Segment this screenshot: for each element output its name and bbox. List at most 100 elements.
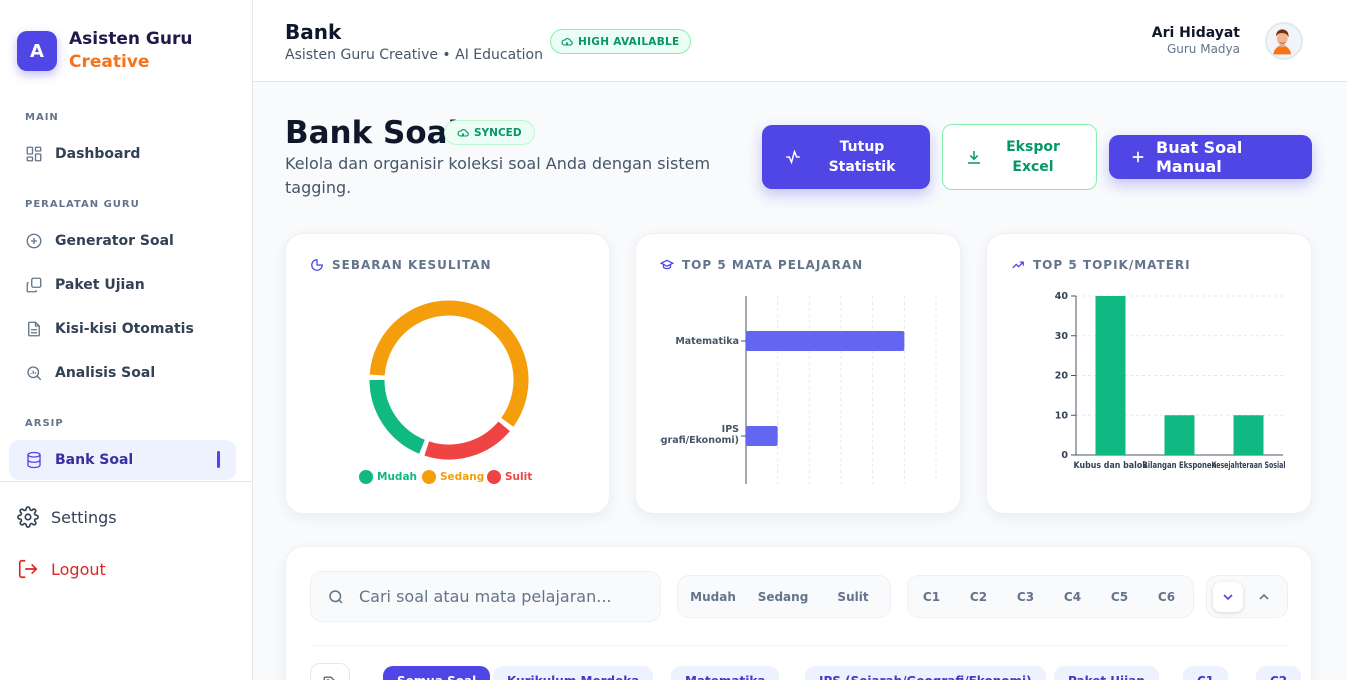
settings-link[interactable]: Settings bbox=[17, 506, 117, 528]
donut-slice-sulit bbox=[424, 421, 510, 460]
sort-desc-button[interactable] bbox=[1213, 581, 1243, 612]
filter-c6[interactable]: C6 bbox=[1143, 590, 1190, 604]
sidebar-item-kisi-kisi[interactable]: Kisi-kisi Otomatis bbox=[9, 309, 236, 349]
y-tick-label: 30 bbox=[1055, 331, 1069, 342]
legend-swatch bbox=[422, 470, 436, 484]
topics-bar-chart: 0 10 20 30 40 Kubus dan balokBilangan Ekspone… bbox=[1055, 291, 1286, 471]
page-title: Bank Soal bbox=[285, 115, 459, 151]
user-role: Guru Madya bbox=[1166, 42, 1240, 56]
legend-label: Sulit bbox=[505, 471, 532, 483]
sidebar-divider bbox=[0, 481, 252, 482]
sidebar-item-paket-ujian[interactable]: Paket Ujian bbox=[9, 265, 236, 305]
header-subtitle: Asisten Guru Creative • AI Education bbox=[285, 47, 543, 63]
bar-1 bbox=[746, 426, 778, 446]
avatar-image bbox=[1267, 24, 1298, 55]
bloom-filter: C1 C2 C3 C4 C5 C6 bbox=[907, 575, 1194, 618]
filter-c3[interactable]: C3 bbox=[1002, 590, 1049, 604]
export-excel-button[interactable]: Ekspor Excel bbox=[942, 124, 1097, 190]
active-indicator bbox=[217, 451, 220, 468]
brand-logo: A bbox=[17, 31, 57, 71]
search-icon bbox=[329, 589, 343, 604]
difficulty-donut-chart: Mudah Sedang Sulit bbox=[359, 300, 532, 484]
section-label-main: MAIN bbox=[25, 112, 59, 123]
filter-c2[interactable]: C2 bbox=[955, 590, 1002, 604]
search-box bbox=[310, 571, 661, 622]
x-tick-label: Bilangan Eksponen bbox=[1143, 461, 1217, 471]
sidebar-item-bank-soal[interactable]: Bank Soal bbox=[9, 440, 236, 480]
filter-c4[interactable]: C4 bbox=[1049, 590, 1096, 604]
chip-kurikulum-merdeka[interactable]: Kurikulum Merdeka bbox=[493, 666, 654, 680]
section-label-archive: ARSIP bbox=[25, 418, 64, 429]
sidebar-item-dashboard[interactable]: Dashboard bbox=[9, 134, 236, 174]
cloud-icon bbox=[561, 37, 573, 46]
activity-icon bbox=[786, 149, 800, 165]
donut-slice-mudah bbox=[369, 379, 426, 454]
x-tick-label: Kesejahteraan Sosial bbox=[1212, 461, 1286, 471]
toggle-statistics-button[interactable]: Tutup Statistik bbox=[762, 125, 930, 189]
cloud-icon bbox=[457, 128, 469, 137]
bar-0 bbox=[746, 331, 905, 351]
download-icon bbox=[968, 151, 980, 164]
gear-icon bbox=[17, 506, 39, 528]
create-question-button[interactable]: Buat Soal Manual bbox=[1109, 135, 1312, 179]
page-description: Kelola dan organisir koleksi soal Anda d… bbox=[285, 154, 711, 197]
sidebar-item-label: Generator Soal bbox=[55, 233, 174, 249]
chip-matematika[interactable]: Matematika bbox=[671, 666, 780, 680]
y-tick-label: 0 bbox=[1061, 450, 1068, 461]
filter-mudah[interactable]: Mudah bbox=[678, 590, 748, 604]
chip-semua-soal[interactable]: Semua Soal bbox=[383, 666, 491, 680]
y-tick-label: 10 bbox=[1055, 410, 1069, 421]
y-tick-label: 40 bbox=[1055, 291, 1069, 302]
tag-filter-button[interactable] bbox=[310, 663, 350, 680]
search-analytics-icon bbox=[27, 366, 42, 381]
sidebar-item-label: Paket Ujian bbox=[55, 277, 145, 293]
plus-circle-icon bbox=[26, 233, 42, 249]
filter-panel: Mudah Sedang Sulit C1 C2 C3 C4 C5 C6 Sem… bbox=[285, 546, 1312, 680]
filter-sedang[interactable]: Sedang bbox=[748, 590, 818, 604]
sidebar-item-generator-soal[interactable]: Generator Soal bbox=[9, 221, 236, 261]
grid-icon bbox=[26, 146, 42, 162]
avatar[interactable] bbox=[1265, 22, 1303, 60]
chip-c2[interactable]: C2 bbox=[1256, 666, 1302, 680]
tick-label: Matematika bbox=[675, 336, 739, 347]
tick-label: IPS(Sejarah/Geografi/Ekonomi) bbox=[636, 424, 739, 446]
brand-name-accent: Creative bbox=[69, 52, 150, 72]
difficulty-filter: Mudah Sedang Sulit bbox=[677, 575, 891, 618]
brand[interactable]: A Asisten Guru Creative bbox=[17, 28, 192, 74]
search-input[interactable] bbox=[359, 587, 639, 606]
logout-icon bbox=[18, 559, 38, 579]
legend-label: Mudah bbox=[377, 471, 417, 483]
status-badge: HIGH AVAILABLE bbox=[550, 29, 691, 54]
subjects-bar-chart: Matematika IPS(Sejarah/Geografi/Ekonomi) bbox=[636, 296, 937, 484]
subjects-card: TOP 5 MATA PELAJARAN MatematikaIPS(Sejar… bbox=[635, 233, 961, 514]
copy-icon bbox=[26, 277, 42, 293]
filter-sulit[interactable]: Sulit bbox=[818, 590, 888, 604]
database-icon bbox=[27, 451, 41, 469]
filter-c1[interactable]: C1 bbox=[908, 590, 955, 604]
chevron-up-icon bbox=[1259, 593, 1269, 600]
header-title: Bank bbox=[285, 20, 342, 44]
sidebar-item-analisis-soal[interactable]: Analisis Soal bbox=[9, 353, 236, 393]
legend-swatch bbox=[487, 470, 501, 484]
plus-icon bbox=[1132, 151, 1144, 163]
sync-badge: SYNCED bbox=[444, 120, 535, 145]
filter-c5[interactable]: C5 bbox=[1096, 590, 1143, 604]
donut-slice-sedang bbox=[369, 300, 529, 427]
chip-ips[interactable]: IPS (Sejarah/Geografi/Ekonomi) bbox=[805, 666, 1046, 680]
user-name: Ari Hidayat bbox=[1151, 25, 1240, 41]
logout-label: Logout bbox=[51, 559, 106, 579]
chip-c1[interactable]: C1 bbox=[1183, 666, 1229, 680]
chip-paket-ujian[interactable]: Paket Ujian bbox=[1054, 666, 1159, 680]
section-label-tools: PERALATAN GURU bbox=[25, 199, 140, 210]
bar-1 bbox=[1164, 415, 1195, 455]
logout-link[interactable]: Logout bbox=[17, 558, 106, 580]
sidebar-item-label: Kisi-kisi Otomatis bbox=[55, 321, 194, 337]
legend-label: Sedang bbox=[440, 471, 484, 483]
sidebar: A Asisten Guru Creative MAIN Dashboard P… bbox=[0, 0, 253, 680]
legend-swatch bbox=[359, 470, 373, 484]
sort-asc-button[interactable] bbox=[1249, 582, 1279, 612]
brand-name: Asisten Guru bbox=[69, 29, 193, 49]
tag-icon bbox=[323, 676, 335, 680]
x-tick-label: Kubus dan balok bbox=[1074, 461, 1148, 471]
topics-card: TOP 5 TOPIK/MATERI 0 10 20 30 40 Kubus dan ba… bbox=[986, 233, 1312, 514]
